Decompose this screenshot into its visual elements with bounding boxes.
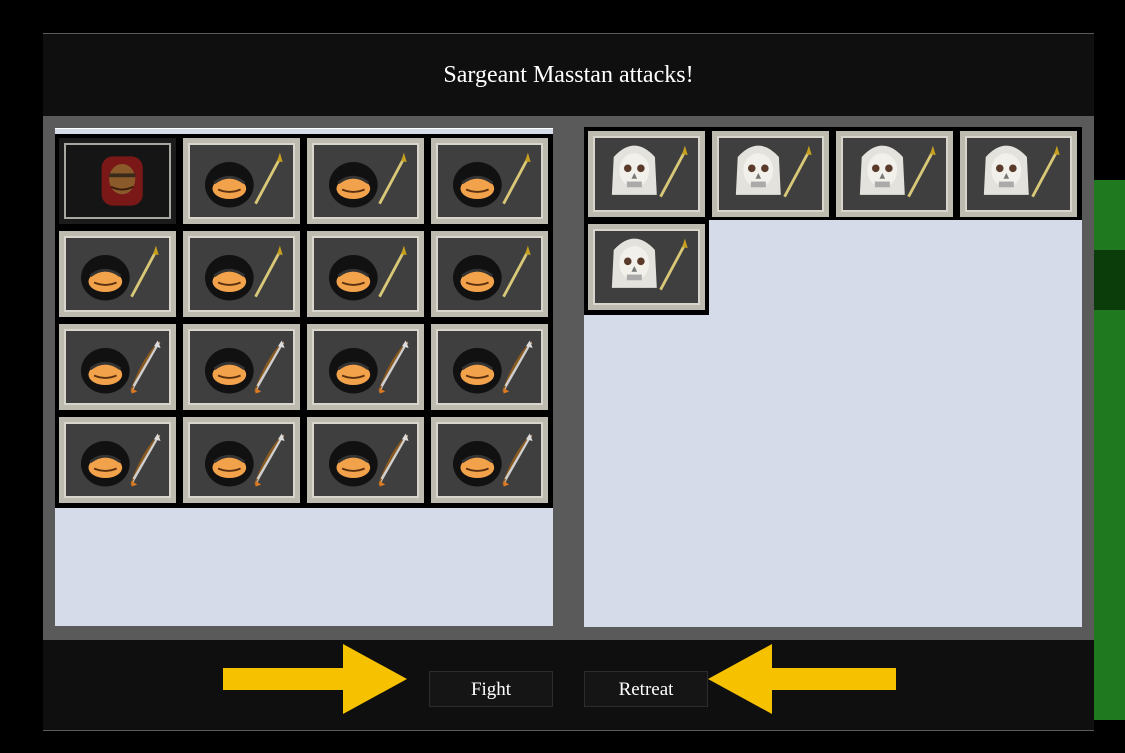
- archer-icon: [204, 433, 285, 487]
- armies-frame: [43, 116, 1094, 640]
- archer-icon: [452, 340, 533, 394]
- unit-portrait-frame: [312, 236, 419, 312]
- leader-portrait-icon: [101, 156, 143, 206]
- archer-unit-card[interactable]: [56, 414, 179, 506]
- player-army-panel: [55, 128, 553, 626]
- leader-unit-card[interactable]: [56, 135, 179, 227]
- spearman-unit-card[interactable]: [180, 135, 303, 227]
- spearman-icon: [328, 245, 407, 301]
- archer-unit-card[interactable]: [180, 414, 303, 506]
- unit-portrait-frame: [436, 422, 543, 498]
- unit-portrait-frame: [64, 236, 171, 312]
- unit-portrait-frame: [188, 329, 295, 405]
- archer-unit-card[interactable]: [304, 321, 427, 413]
- skeleton-spearman-icon: [611, 145, 688, 198]
- unit-portrait-frame: [436, 329, 543, 405]
- skeleton-spearman-icon: [735, 145, 812, 198]
- background-map-shadow: [1090, 250, 1125, 310]
- spearman-icon: [204, 245, 283, 301]
- archer-unit-card[interactable]: [428, 321, 551, 413]
- enemy-skeleton-spearman-card[interactable]: [957, 128, 1080, 220]
- archer-unit-card[interactable]: [304, 414, 427, 506]
- unit-portrait-frame: [593, 229, 700, 305]
- unit-portrait-frame: [64, 143, 171, 219]
- unit-portrait-frame: [312, 329, 419, 405]
- unit-portrait-frame: [64, 422, 171, 498]
- unit-portrait-frame: [436, 236, 543, 312]
- arrow-left-icon: [708, 644, 896, 714]
- unit-portrait-frame: [188, 236, 295, 312]
- unit-portrait-frame: [312, 422, 419, 498]
- spearman-unit-card[interactable]: [304, 228, 427, 320]
- spearman-icon: [452, 152, 531, 208]
- fight-button[interactable]: Fight: [429, 671, 553, 707]
- spearman-unit-card[interactable]: [180, 228, 303, 320]
- archer-icon: [204, 340, 285, 394]
- skeleton-spearman-icon: [859, 145, 936, 198]
- skeleton-spearman-icon: [611, 238, 688, 291]
- player-units-grid: [55, 134, 553, 508]
- unit-portrait-frame: [965, 136, 1072, 212]
- spearman-icon: [80, 245, 159, 301]
- archer-icon: [328, 433, 409, 487]
- archer-icon: [452, 433, 533, 487]
- spearman-unit-card[interactable]: [304, 135, 427, 227]
- unit-portrait-frame: [841, 136, 948, 212]
- skeleton-spearman-icon: [983, 145, 1060, 198]
- unit-portrait-frame: [593, 136, 700, 212]
- spearman-icon: [328, 152, 407, 208]
- enemy-skeleton-spearman-card[interactable]: [585, 221, 708, 313]
- unit-portrait-frame: [188, 143, 295, 219]
- unit-portrait-frame: [64, 329, 171, 405]
- enemy-units-grid: [584, 127, 1082, 317]
- spearman-icon: [204, 152, 283, 208]
- enemy-army-panel: [584, 127, 1082, 627]
- archer-icon: [80, 340, 161, 394]
- spearman-icon: [452, 245, 531, 301]
- enemy-skeleton-spearman-card[interactable]: [585, 128, 708, 220]
- enemy-skeleton-spearman-card[interactable]: [709, 128, 832, 220]
- spearman-unit-card[interactable]: [56, 228, 179, 320]
- archer-unit-card[interactable]: [180, 321, 303, 413]
- spearman-unit-card[interactable]: [428, 135, 551, 227]
- archer-unit-card[interactable]: [428, 414, 551, 506]
- spearman-unit-card[interactable]: [428, 228, 551, 320]
- unit-portrait-frame: [312, 143, 419, 219]
- battle-dialog: Sargeant Masstan attacks! Fight Retreat: [43, 33, 1094, 731]
- archer-icon: [328, 340, 409, 394]
- battle-footer: Fight Retreat: [43, 640, 1094, 730]
- retreat-button[interactable]: Retreat: [584, 671, 708, 707]
- unit-portrait-frame: [717, 136, 824, 212]
- enemy-skeleton-spearman-card[interactable]: [833, 128, 956, 220]
- unit-portrait-frame: [436, 143, 543, 219]
- archer-unit-card[interactable]: [56, 321, 179, 413]
- battle-title: Sargeant Masstan attacks!: [443, 62, 694, 88]
- unit-portrait-frame: [188, 422, 295, 498]
- archer-icon: [80, 433, 161, 487]
- arrow-right-icon: [223, 644, 407, 714]
